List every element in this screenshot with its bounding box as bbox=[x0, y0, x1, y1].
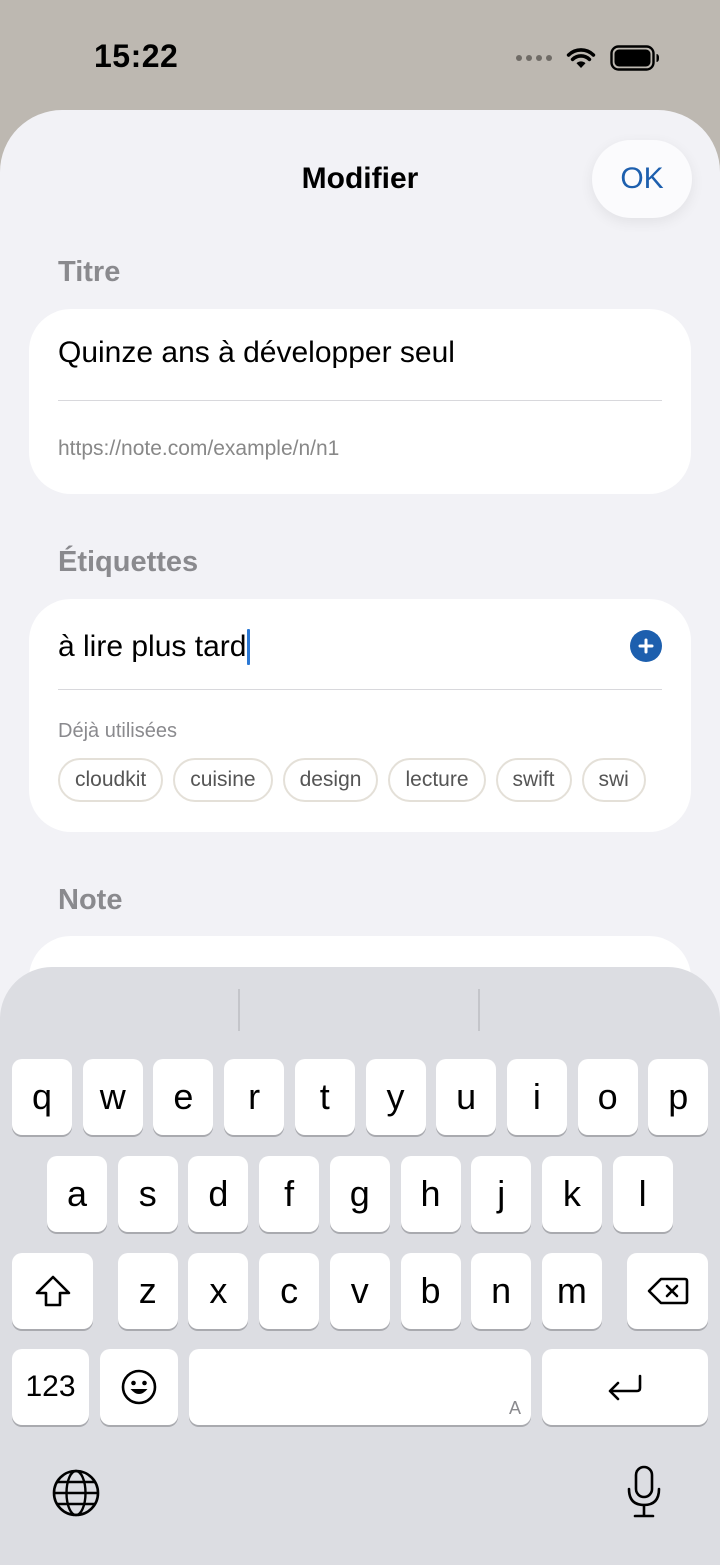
shift-icon bbox=[35, 1275, 70, 1307]
mic-icon bbox=[627, 1465, 661, 1518]
tag-chip[interactable]: swift bbox=[495, 758, 572, 802]
key-b[interactable]: b bbox=[400, 1253, 461, 1329]
key-s[interactable]: s bbox=[117, 1156, 178, 1232]
key-x[interactable]: x bbox=[188, 1253, 249, 1329]
key-f[interactable]: f bbox=[259, 1156, 320, 1232]
title-divider bbox=[58, 400, 662, 401]
dictation-button[interactable] bbox=[620, 1464, 668, 1520]
space-key[interactable]: A bbox=[189, 1349, 531, 1425]
key-w[interactable]: w bbox=[82, 1059, 143, 1135]
delete-icon bbox=[647, 1277, 688, 1305]
tags-card: à lire plus tard Déjà utilisées cloudkit… bbox=[29, 599, 691, 832]
key-j[interactable]: j bbox=[471, 1156, 532, 1232]
tag-input-field[interactable]: à lire plus tard bbox=[58, 629, 251, 665]
note-section-label: Note bbox=[58, 884, 123, 916]
tag-chip[interactable]: lecture bbox=[388, 758, 486, 802]
wifi-icon bbox=[566, 48, 596, 68]
keyboard-row-2: a s d f g h j k l bbox=[0, 1156, 720, 1236]
keyboard-row-4: 123 A bbox=[0, 1349, 720, 1429]
key-q[interactable]: q bbox=[12, 1059, 72, 1135]
key-z[interactable]: z bbox=[117, 1253, 178, 1329]
tags-section-label: Étiquettes bbox=[58, 546, 199, 578]
status-bar: 15:22 bbox=[0, 0, 720, 110]
emoji-icon bbox=[121, 1369, 157, 1405]
signal-dots-icon bbox=[516, 55, 552, 61]
key-l[interactable]: l bbox=[612, 1156, 673, 1232]
keyboard-row-3: z x c v b n m bbox=[0, 1253, 720, 1333]
key-n[interactable]: n bbox=[471, 1253, 532, 1329]
title-field[interactable]: Quinze ans à développer seul bbox=[58, 336, 455, 370]
key-y[interactable]: y bbox=[365, 1059, 426, 1135]
title-section-label: Titre bbox=[58, 256, 121, 288]
ok-button[interactable]: OK bbox=[592, 140, 692, 218]
space-language-hint: A bbox=[508, 1398, 521, 1418]
keyboard: q w e r t y u i o p a s d f g h j k l z … bbox=[0, 967, 720, 1565]
numbers-key[interactable]: 123 bbox=[12, 1349, 89, 1425]
key-i[interactable]: i bbox=[506, 1059, 567, 1135]
key-t[interactable]: t bbox=[294, 1059, 355, 1135]
key-u[interactable]: u bbox=[436, 1059, 497, 1135]
globe-icon bbox=[52, 1469, 100, 1517]
suggestion-separator bbox=[478, 989, 480, 1031]
add-tag-icon[interactable] bbox=[630, 630, 662, 662]
key-r[interactable]: r bbox=[224, 1059, 285, 1135]
battery-icon bbox=[610, 45, 659, 71]
tag-chip[interactable]: swi bbox=[581, 758, 646, 802]
text-caret bbox=[247, 629, 251, 665]
used-tags-label: Déjà utilisées bbox=[58, 720, 177, 742]
return-key[interactable] bbox=[542, 1349, 708, 1425]
key-c[interactable]: c bbox=[259, 1253, 320, 1329]
key-v[interactable]: v bbox=[329, 1253, 390, 1329]
emoji-key[interactable] bbox=[100, 1349, 178, 1425]
delete-key[interactable] bbox=[627, 1253, 708, 1329]
tag-chip[interactable]: cloudkit bbox=[58, 758, 164, 802]
key-e[interactable]: e bbox=[153, 1059, 214, 1135]
key-g[interactable]: g bbox=[329, 1156, 390, 1232]
status-time: 15:22 bbox=[94, 38, 179, 74]
tag-chip[interactable]: design bbox=[282, 758, 379, 802]
globe-button[interactable] bbox=[50, 1467, 102, 1519]
key-a[interactable]: a bbox=[47, 1156, 107, 1232]
key-d[interactable]: d bbox=[188, 1156, 249, 1232]
key-p[interactable]: p bbox=[648, 1059, 709, 1135]
shift-key[interactable] bbox=[12, 1253, 93, 1329]
used-tags-list: cloudkit cuisine design lecture swift sw… bbox=[58, 758, 663, 804]
status-icons bbox=[516, 40, 660, 76]
return-icon bbox=[608, 1374, 642, 1401]
key-k[interactable]: k bbox=[541, 1156, 602, 1232]
tags-divider bbox=[58, 689, 662, 690]
url-field[interactable]: https://note.com/example/n/n1 bbox=[58, 437, 339, 461]
keyboard-row-1: q w e r t y u i o p bbox=[0, 1059, 720, 1139]
suggestion-separator bbox=[238, 989, 240, 1031]
key-h[interactable]: h bbox=[400, 1156, 461, 1232]
key-o[interactable]: o bbox=[577, 1059, 638, 1135]
title-card: Quinze ans à développer seul https://not… bbox=[29, 309, 691, 494]
tag-chip[interactable]: cuisine bbox=[173, 758, 273, 802]
key-m[interactable]: m bbox=[541, 1253, 602, 1329]
tag-input-text: à lire plus tard bbox=[58, 630, 247, 663]
